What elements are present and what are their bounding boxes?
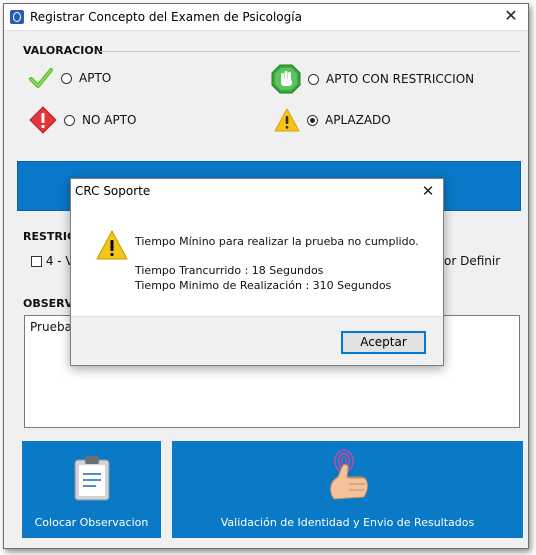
apto-con-restriccion-label: APTO CON RESTRICCION — [326, 72, 475, 86]
green-hand-stop-icon — [271, 64, 301, 94]
clipboard-icon — [74, 456, 110, 501]
valoracion-divider — [100, 51, 520, 52]
dialog-message-elapsed: Tiempo Trancurrido : 18 Segundos — [135, 264, 324, 277]
restriccion-checkbox[interactable] — [31, 256, 42, 267]
dialog-message-main: Tiempo Mínino para realizar la prueba no… — [135, 235, 419, 248]
restriccion-item[interactable]: 4 - V — [31, 254, 74, 268]
option-apto-con-restriccion[interactable]: APTO CON RESTRICCION — [271, 64, 474, 94]
dialog-footer: Aceptar — [71, 316, 443, 365]
dialog-title-bar: CRC Soporte ✕ — [71, 179, 443, 205]
valoracion-label: VALORACION — [23, 44, 103, 57]
option-aplazado[interactable]: APLAZADO — [274, 108, 391, 132]
aceptar-button[interactable]: Aceptar — [341, 331, 426, 354]
title-bar: Registrar Concepto del Examen de Psicolo… — [4, 4, 528, 31]
app-icon — [10, 10, 24, 24]
dialog-close-button[interactable]: ✕ — [417, 181, 439, 203]
warning-triangle-icon — [96, 230, 128, 260]
dialog-title: CRC Soporte — [75, 184, 151, 198]
restriccion-right-text: or Definir — [444, 254, 501, 268]
apto-label: APTO — [79, 71, 112, 85]
dialog-message-minimum: Tiempo Minimo de Realización : 310 Segun… — [135, 279, 392, 292]
option-no-apto[interactable]: NO APTO — [29, 106, 136, 134]
validacion-envio-button[interactable]: Validación de Identidad y Envio de Resul… — [172, 441, 523, 538]
colocar-observacion-button[interactable]: Colocar Observacion — [22, 441, 161, 538]
no-apto-radio[interactable] — [64, 114, 75, 126]
window-title: Registrar Concepto del Examen de Psicolo… — [30, 10, 302, 24]
aplazado-radio[interactable] — [307, 114, 318, 126]
crc-soporte-dialog: CRC Soporte ✕ Tiempo Mínino para realiza… — [70, 178, 444, 366]
no-apto-label: NO APTO — [82, 113, 137, 127]
apto-radio[interactable] — [61, 72, 72, 84]
option-apto[interactable]: APTO — [29, 67, 111, 89]
fingerprint-hand-icon — [330, 449, 368, 500]
red-diamond-warning-icon — [29, 106, 57, 134]
aplazado-label: APLAZADO — [325, 113, 391, 127]
validacion-envio-label: Validación de Identidad y Envio de Resul… — [220, 516, 475, 529]
colocar-observacion-label: Colocar Observacion — [34, 516, 149, 529]
apto-con-restriccion-radio[interactable] — [308, 73, 319, 85]
window-close-button[interactable]: ✕ — [500, 6, 522, 28]
green-check-icon — [29, 68, 53, 88]
yellow-triangle-warning-icon — [274, 108, 300, 132]
